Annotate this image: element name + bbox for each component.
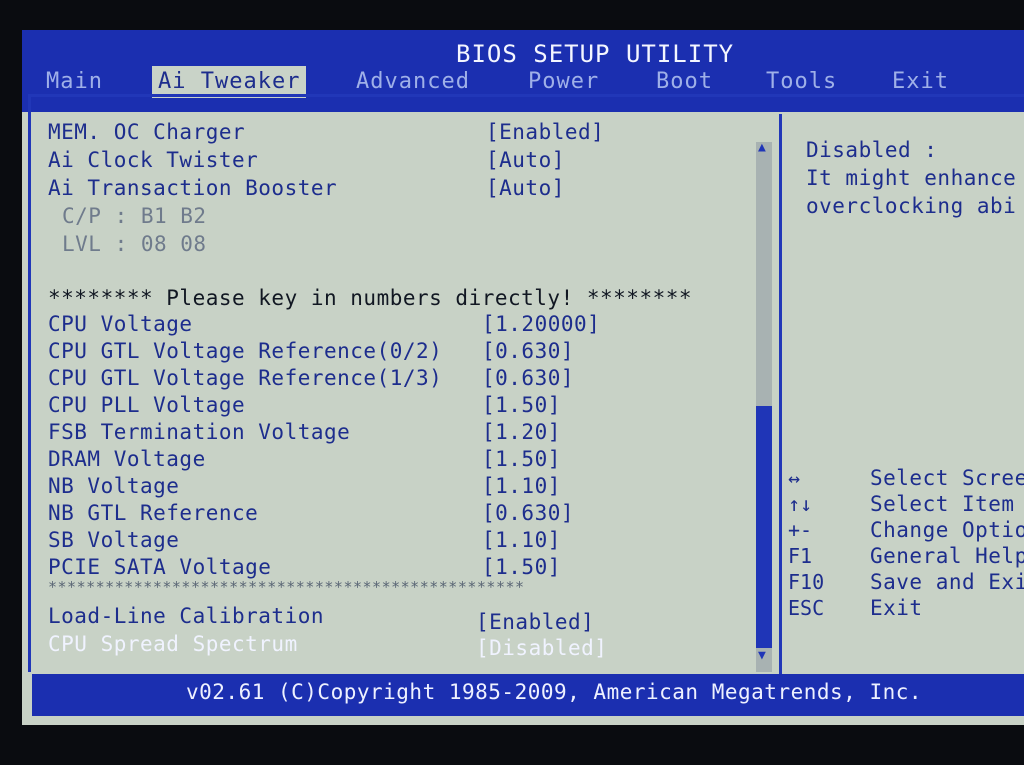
- key-help-text: Change Option: [870, 518, 1024, 542]
- sb-voltage-value[interactable]: [1.10]: [482, 528, 561, 552]
- nb-voltage-value[interactable]: [1.10]: [482, 474, 561, 498]
- cpu-gtl-ref-02-value[interactable]: [0.630]: [482, 339, 574, 363]
- voltage-label: DRAM Voltage: [48, 447, 206, 471]
- key-help-text: Exit: [870, 596, 923, 620]
- key-help-text: Save and Exit: [870, 570, 1024, 594]
- voltage-label: PCIE SATA Voltage: [48, 555, 272, 579]
- setting-label: Ai Clock Twister: [48, 148, 259, 172]
- separator-line: ****************************************…: [48, 578, 525, 596]
- scroll-down-icon[interactable]: ▼: [758, 648, 766, 663]
- voltage-label: CPU GTL Voltage Reference(1/3): [48, 366, 443, 390]
- help-line: Disabled :: [806, 138, 938, 162]
- key-help-text: General Help: [870, 544, 1024, 568]
- plus-minus-icon: +-: [788, 518, 813, 542]
- voltage-label: CPU PLL Voltage: [48, 393, 246, 417]
- nb-gtl-reference-value[interactable]: [0.630]: [482, 501, 574, 525]
- up-down-arrows-icon: ↑↓: [788, 492, 813, 516]
- settings-panel: MEM. OC Charger [Enabled] Ai Clock Twist…: [34, 100, 760, 665]
- left-right-arrows-icon: ↔: [788, 466, 801, 490]
- dram-voltage-value[interactable]: [1.50]: [482, 447, 561, 471]
- voltage-label: CPU GTL Voltage Reference(0/2): [48, 339, 443, 363]
- f10-key: F10: [788, 570, 825, 594]
- ai-transaction-booster-value[interactable]: [Auto]: [486, 176, 565, 200]
- setting-label: Ai Transaction Booster: [48, 176, 338, 200]
- scroll-up-icon[interactable]: ▲: [758, 140, 766, 155]
- bios-screen: BIOS SETUP UTILITY Main Ai Tweaker Advan…: [22, 30, 1024, 725]
- bios-title: BIOS SETUP UTILITY: [456, 40, 735, 68]
- fsb-termination-voltage-value[interactable]: [1.20]: [482, 420, 561, 444]
- setting-label: MEM. OC Charger: [48, 120, 246, 144]
- voltage-label: FSB Termination Voltage: [48, 420, 351, 444]
- help-panel: Disabled : It might enhance overclocking…: [782, 114, 1024, 682]
- key-help-text: Select Item: [870, 492, 1015, 516]
- cpu-gtl-ref-13-value[interactable]: [0.630]: [482, 366, 574, 390]
- voltage-note: ******** Please key in numbers directly!…: [48, 286, 693, 310]
- help-line: overclocking abi: [806, 194, 1017, 218]
- cpu-pll-voltage-value[interactable]: [1.50]: [482, 393, 561, 417]
- info-line: C/P : B1 B2: [62, 204, 207, 228]
- key-help-text: Select Screen: [870, 466, 1024, 490]
- info-line: LVL : 08 08: [62, 232, 207, 256]
- footer-bar: v02.61 (C)Copyright 1985-2009, American …: [32, 674, 1024, 716]
- f1-key: F1: [788, 544, 813, 568]
- scrollbar-thumb[interactable]: [756, 406, 772, 648]
- setting-label: Load-Line Calibration: [48, 604, 325, 628]
- cpu-spread-spectrum-value[interactable]: [Disabled]: [476, 636, 607, 660]
- voltage-label: NB GTL Reference: [48, 501, 259, 525]
- help-line: It might enhance: [806, 166, 1017, 190]
- selected-setting-label[interactable]: CPU Spread Spectrum: [48, 632, 298, 656]
- cpu-voltage-value[interactable]: [1.20000]: [482, 312, 600, 336]
- ai-clock-twister-value[interactable]: [Auto]: [486, 148, 565, 172]
- esc-key: ESC: [788, 596, 825, 620]
- voltage-label: SB Voltage: [48, 528, 180, 552]
- pcie-sata-voltage-value[interactable]: [1.50]: [482, 555, 561, 579]
- copyright-text: v02.61 (C)Copyright 1985-2009, American …: [186, 680, 923, 704]
- load-line-calibration-value[interactable]: [Enabled]: [476, 610, 594, 634]
- mem-oc-charger-value[interactable]: [Enabled]: [486, 120, 604, 144]
- voltage-label: CPU Voltage: [48, 312, 193, 336]
- voltage-label: NB Voltage: [48, 474, 180, 498]
